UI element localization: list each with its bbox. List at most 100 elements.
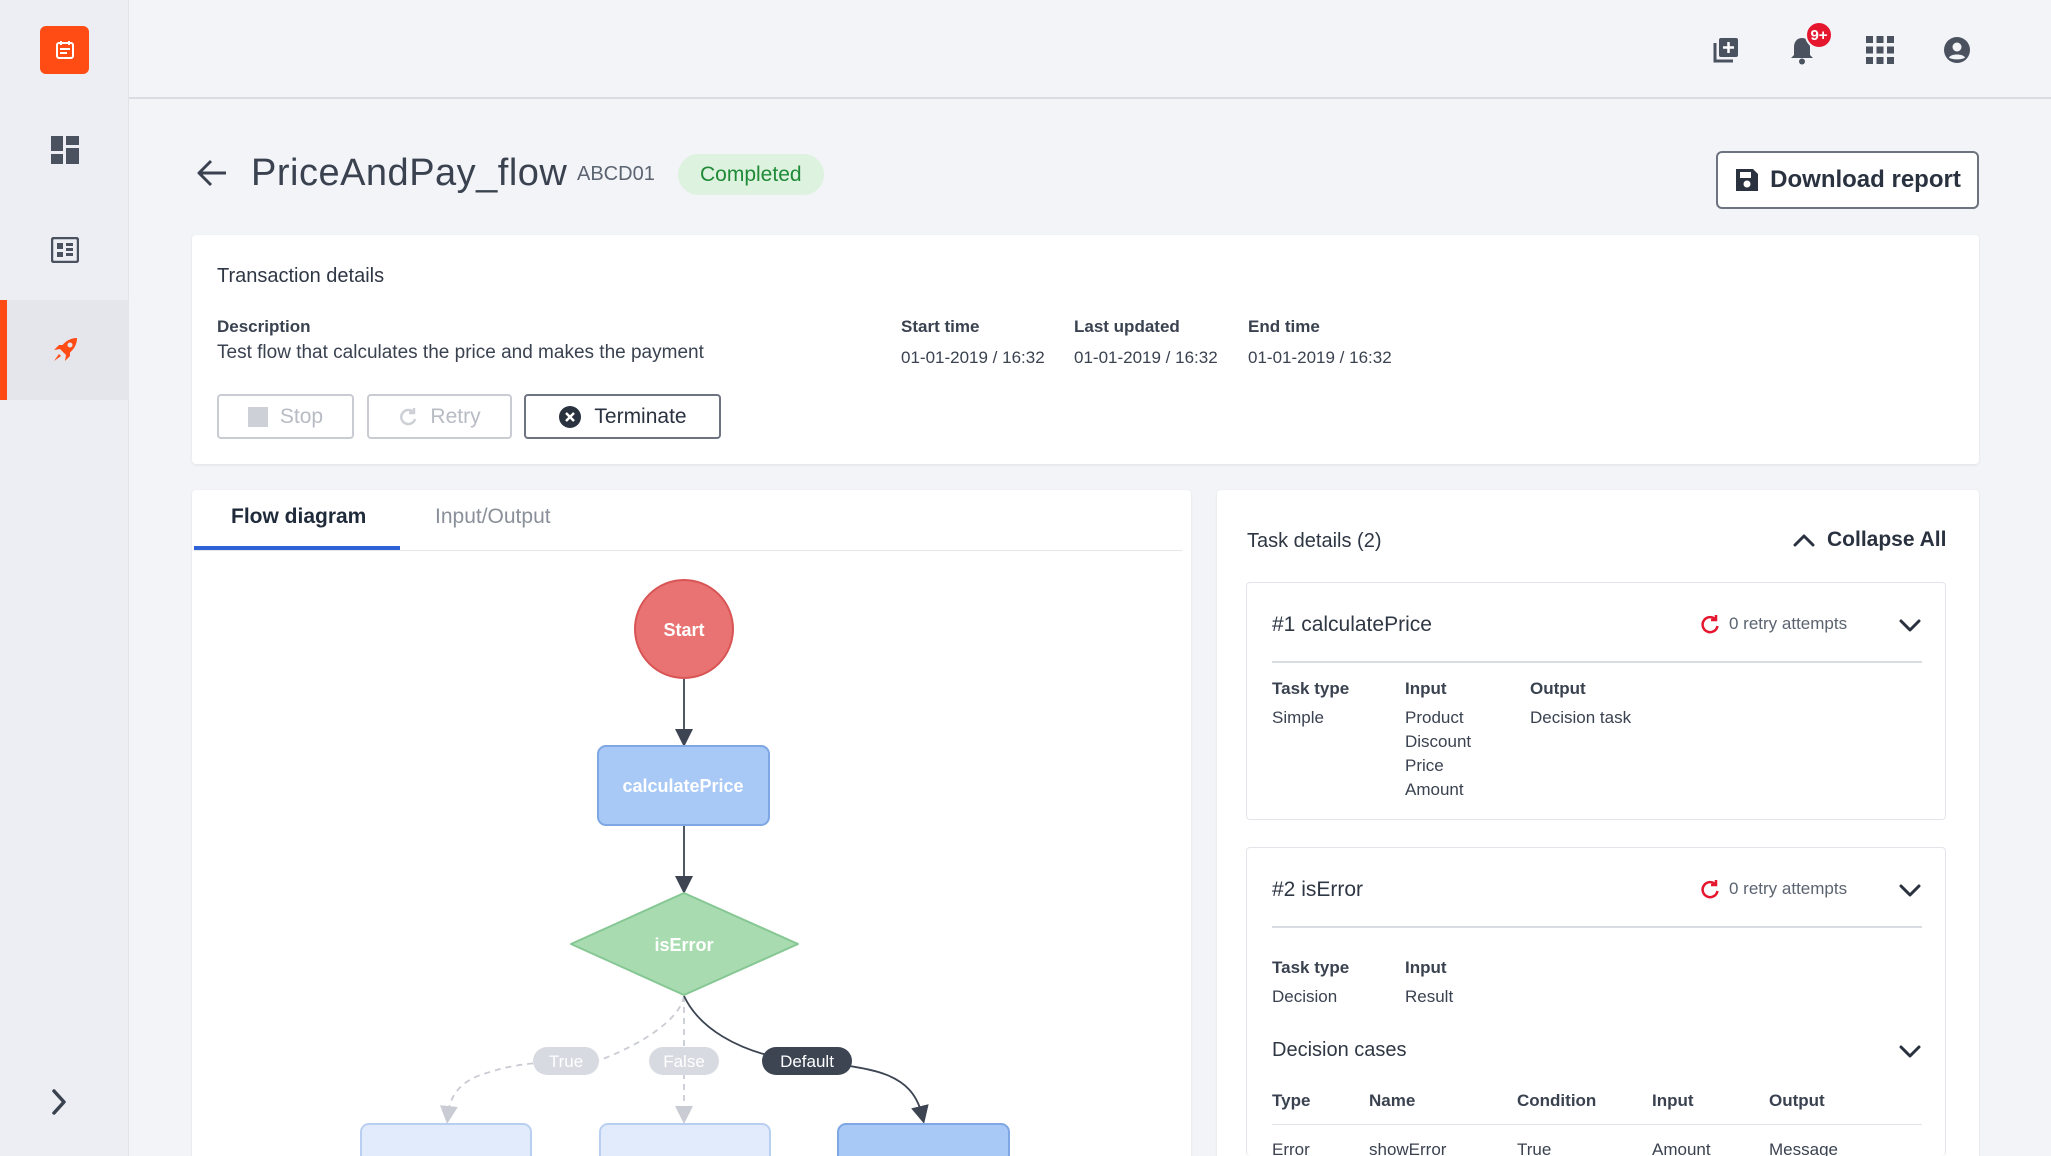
calendar-icon [55,41,74,59]
task-card-1: #1 calculatePrice 0 retry attempts Task … [1246,582,1946,820]
end-time-value: 01-01-2019 / 16:32 [1248,348,1392,367]
expand-sidebar-button[interactable] [50,1088,68,1121]
retry-button[interactable]: Retry [367,394,512,439]
edge-default-label: Default [780,1052,834,1071]
cases-col-input: Input [1652,1091,1694,1110]
back-button[interactable] [196,158,228,193]
task-1-type-value: Simple [1272,708,1324,727]
description-value: Test flow that calculates the price and … [217,342,704,363]
add-box-icon [1713,38,1738,63]
nav-dashboard[interactable] [0,100,129,200]
edge-true-label: True [549,1052,583,1071]
status-badge: Completed [678,154,824,195]
task-2-input-value: Result [1405,987,1454,1006]
chevron-down-icon[interactable] [1899,1045,1921,1059]
retry-label: Retry [430,404,481,428]
task-1-type-label: Task type [1272,679,1350,698]
last-updated-value: 01-01-2019 / 16:32 [1074,348,1218,367]
tab-input-output[interactable]: Input/Output [435,505,551,529]
table-icon [50,237,79,263]
cases-col-type: Type [1272,1091,1311,1110]
cases-cell-input: Amount [1652,1140,1711,1156]
transaction-details-title: Transaction details [217,265,385,287]
edge-false-label: False [663,1052,705,1071]
page-title: PriceAndPay_flow [251,152,568,194]
decision-cases-title: Decision cases [1272,1039,1407,1061]
task-1-retry: 0 retry attempts [1699,613,1847,635]
chevron-right-icon [52,1089,66,1115]
task-1-divider [1272,661,1922,663]
task-1-input-price: Price [1405,756,1444,775]
transaction-details-card: Transaction details Description Test flo… [192,235,1979,464]
cases-cell-condition: True [1517,1140,1552,1156]
task-1-retry-label: 0 retry attempts [1729,614,1848,633]
cancel-circle-icon [559,405,582,428]
flow-diagram: Start calculatePrice isError True False … [360,579,1010,1156]
download-report-button[interactable]: Download report [1716,151,1979,209]
end-time-label: End time [1248,317,1320,336]
task-2-retry: 0 retry attempts [1699,878,1847,900]
task-1-output-label: Output [1530,679,1586,698]
app-logo[interactable] [40,26,89,74]
task-1-input-discount: Discount [1405,732,1472,751]
start-node-label: Start [663,620,704,640]
apps-grid-icon [1866,36,1894,64]
sidebar [0,0,129,1156]
tab-flow-diagram[interactable]: Flow diagram [231,505,366,529]
refresh-icon [1701,880,1719,899]
task-2-divider [1272,926,1922,928]
stop-button[interactable]: Stop [217,394,354,439]
collapse-all-button[interactable]: Collapse All [1793,528,1946,552]
notification-badge: 9+ [1805,21,1833,49]
task-1-output-value: Decision task [1530,708,1632,727]
cases-col-condition: Condition [1517,1091,1597,1110]
task-1-input-label: Input [1405,679,1447,698]
calculate-price-node-label: calculatePrice [622,776,743,796]
stop-icon [247,406,268,427]
task-2-title: #2 isError [1272,878,1364,901]
rocket-icon [53,338,77,361]
task-card-2: #2 isError 0 retry attempts Task type De… [1246,847,1946,1156]
refresh-icon [400,407,417,425]
cases-cell-name: showError [1369,1140,1447,1156]
cases-col-output: Output [1769,1091,1825,1110]
apps-button[interactable] [1862,32,1898,68]
chevron-down-icon[interactable] [1899,619,1921,633]
description-label: Description [217,317,311,336]
terminate-button[interactable]: Terminate [524,394,721,439]
task-2-type-label: Task type [1272,958,1350,977]
add-box-button[interactable] [1708,32,1744,68]
nav-flows[interactable] [0,300,129,400]
show-error-node[interactable] [360,1123,532,1156]
task-details-title: Task details (2) [1247,530,1382,552]
cases-cell-type: Error [1272,1140,1310,1156]
cases-header-divider [1272,1124,1922,1125]
account-button[interactable] [1939,32,1975,68]
task-1-title: #1 calculatePrice [1272,613,1432,636]
start-time-label: Start time [901,317,980,336]
save-icon [1736,169,1759,191]
task-1-input-amount: Amount [1405,780,1464,799]
chevron-up-icon [1793,534,1815,547]
download-report-label: Download report [1770,166,1961,193]
task-2-type-value: Decision [1272,987,1338,1006]
is-error-node-label: isError [654,935,713,955]
collapse-all-label: Collapse All [1827,528,1947,551]
task-1-input-product: Product [1405,708,1464,727]
cases-col-name: Name [1369,1091,1416,1110]
start-time-value: 01-01-2019 / 16:32 [901,348,1045,367]
arrow-left-icon [197,159,226,187]
chevron-down-icon[interactable] [1899,884,1921,898]
terminate-label: Terminate [594,404,687,428]
false-branch-node[interactable] [599,1123,771,1156]
stop-label: Stop [279,404,324,428]
account-icon [1944,37,1970,63]
last-updated-label: Last updated [1074,317,1180,336]
default-branch-node[interactable] [837,1123,1010,1156]
refresh-icon [1701,615,1719,634]
nav-reports[interactable] [0,200,129,300]
flow-code: ABCD01 [577,163,655,185]
dashboard-icon [50,136,79,164]
top-bar [129,0,2051,99]
task-2-retry-label: 0 retry attempts [1729,879,1848,898]
